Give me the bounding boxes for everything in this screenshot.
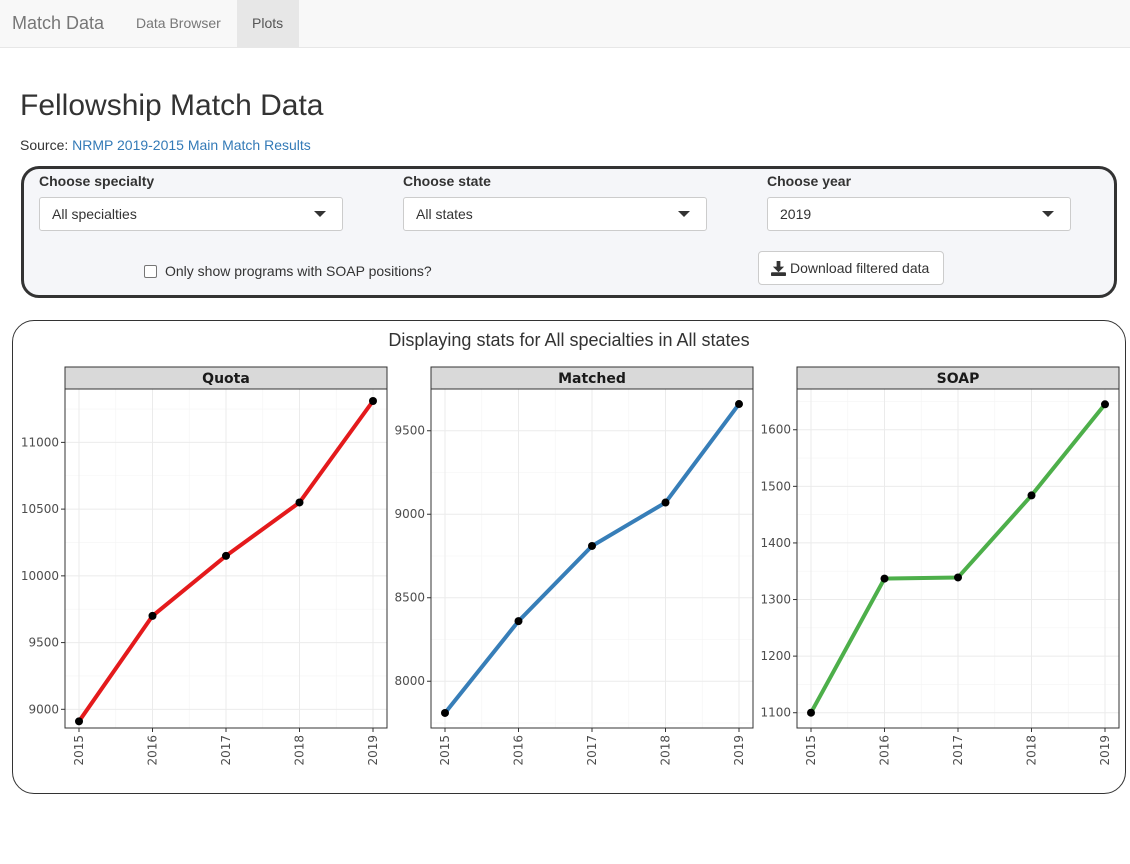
y-tick-label: 9000 [394,507,425,521]
data-point [514,617,523,626]
y-tick-label: 9000 [28,702,59,716]
data-point [148,611,157,620]
x-tick-label: 2015 [72,735,86,766]
x-tick-label: 2016 [146,735,160,766]
facet-label: Quota [202,371,250,387]
y-tick-label: 1500 [760,479,791,493]
x-tick-label: 2019 [366,735,380,766]
y-tick-label: 1600 [760,423,791,437]
x-tick-label: 2017 [951,735,965,766]
x-tick-label: 2018 [293,735,307,766]
data-point [441,708,449,717]
x-tick-label: 2019 [732,735,746,766]
data-point [369,397,377,406]
data-point [1101,400,1109,409]
facet-label: Matched [558,371,626,387]
facet-soap: SOAP 1100 1200 1300 1400 1500 1600 2015 2016 2017… [760,366,1120,766]
y-tick-label: 9500 [28,636,59,650]
facet-label: SOAP [937,371,980,387]
data-point [1027,491,1036,500]
x-tick-label: 2017 [219,735,233,766]
data-point [222,551,230,560]
x-tick-label: 2018 [1025,735,1039,766]
y-tick-label: 8500 [394,591,425,605]
y-tick-label: 10000 [21,569,59,583]
data-point [880,574,889,583]
x-tick-label: 2015 [438,735,452,766]
x-tick-label: 2018 [659,735,673,766]
facet-matched: Matched 8000 8500 9000 9500 2015 2016 2017 2018 2… [394,366,754,766]
y-tick-label: 1100 [760,706,791,720]
y-tick-label: 1300 [760,593,791,607]
data-point [735,400,743,409]
y-tick-label: 10500 [21,502,59,516]
data-point [75,717,83,726]
y-tick-label: 8000 [394,674,425,688]
data-point [661,498,670,507]
data-point [807,708,815,717]
facet-line-charts: Quota 9000 9500 10000 10500 11000 2015 2016 2017… [21,366,1120,766]
x-tick-label: 2017 [585,735,599,766]
data-point [954,573,962,582]
x-tick-label: 2015 [804,735,818,766]
data-point [588,541,596,550]
y-tick-label: 1200 [760,649,791,663]
facet-quota: Quota 9000 9500 10000 10500 11000 2015 2016 2017… [21,366,388,766]
x-tick-label: 2016 [512,735,526,766]
x-tick-label: 2019 [1098,735,1112,766]
y-tick-label: 9500 [394,424,425,438]
x-tick-label: 2016 [878,735,892,766]
data-point [295,498,304,507]
y-tick-label: 1400 [760,536,791,550]
y-tick-label: 11000 [21,435,59,449]
